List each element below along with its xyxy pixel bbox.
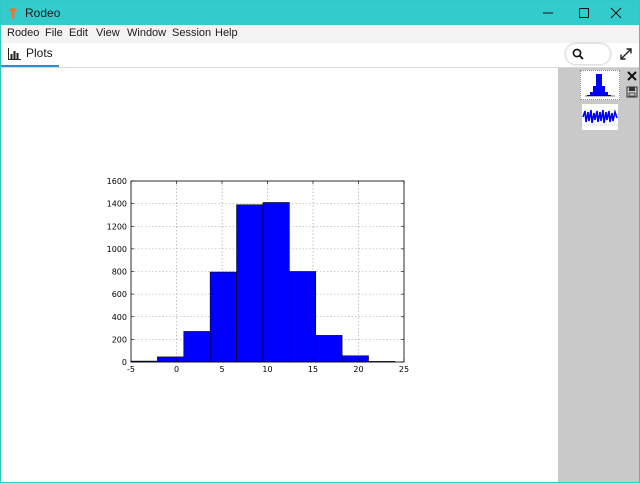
plot-thumbnail-histogram[interactable] [580,70,620,100]
app-window: Rodeo Rodeo File Edit View Window Sessio… [0,0,640,483]
maximize-icon [579,8,589,18]
x-tick-label: 5 [219,365,224,374]
minimize-icon [543,12,553,14]
menu-view[interactable]: View [96,27,120,39]
x-tick-label: 20 [353,365,363,374]
histogram-chart: -5 0 5 10 15 20 250200400600800100012001400160… [107,177,409,374]
plots-tab-bar: Plots [1,43,639,68]
menu-bar: Rodeo File Edit View Window Session Help [1,25,639,43]
search-button[interactable] [566,44,610,64]
x-tick-label: 15 [308,365,318,374]
save-plot-icon[interactable] [626,86,638,98]
y-tick-label: 600 [112,290,127,299]
x-tick-label: -5 [127,365,135,374]
menu-help[interactable]: Help [215,27,238,39]
expand-icon[interactable] [618,46,634,62]
histogram-bar [157,356,185,363]
close-icon [610,7,622,19]
y-tick-label: 1600 [107,177,127,186]
y-tick-label: 0 [122,358,127,367]
histogram-bar [183,331,211,363]
histogram-bar [236,204,264,363]
menu-rodeo[interactable]: Rodeo [7,27,39,39]
histogram-bar [315,335,343,363]
menu-session[interactable]: Session [172,27,211,39]
menu-window[interactable]: Window [127,27,166,39]
y-tick-label: 800 [112,268,127,277]
rodeo-icon [8,8,18,19]
y-tick-label: 400 [112,313,127,322]
histogram-bar [289,271,317,363]
histogram-thumbnail-image [585,74,615,97]
bar-chart-icon [8,48,21,60]
search-icon [572,48,584,60]
histogram-bar [262,202,290,363]
plot-thumbnail-timeseries[interactable] [582,104,618,130]
y-tick-label: 1000 [107,245,127,254]
plot-history-sidebar [558,68,639,482]
histogram-bar [209,271,237,363]
title-bar[interactable]: Rodeo [1,1,639,25]
timeseries-thumbnail-image [582,104,618,130]
delete-plot-icon[interactable] [626,70,638,82]
x-tick-label: 10 [262,365,272,374]
menu-file[interactable]: File [45,27,63,39]
menu-edit[interactable]: Edit [69,27,88,39]
y-tick-label: 1400 [107,200,127,209]
window-title: Rodeo [25,6,61,20]
tab-plots-label: Plots [26,46,53,60]
plot-area: -5 0 5 10 15 20 25 0 200 400 600 800 1000 1200 1400 160… [1,68,558,482]
y-tick-label: 1200 [107,222,127,231]
histogram-bar [341,355,369,363]
y-tick-label: 200 [112,335,127,344]
x-tick-label: 0 [174,365,179,374]
close-button[interactable] [593,1,639,25]
tab-plots[interactable]: Plots [1,43,59,67]
x-tick-label: 25 [399,365,409,374]
